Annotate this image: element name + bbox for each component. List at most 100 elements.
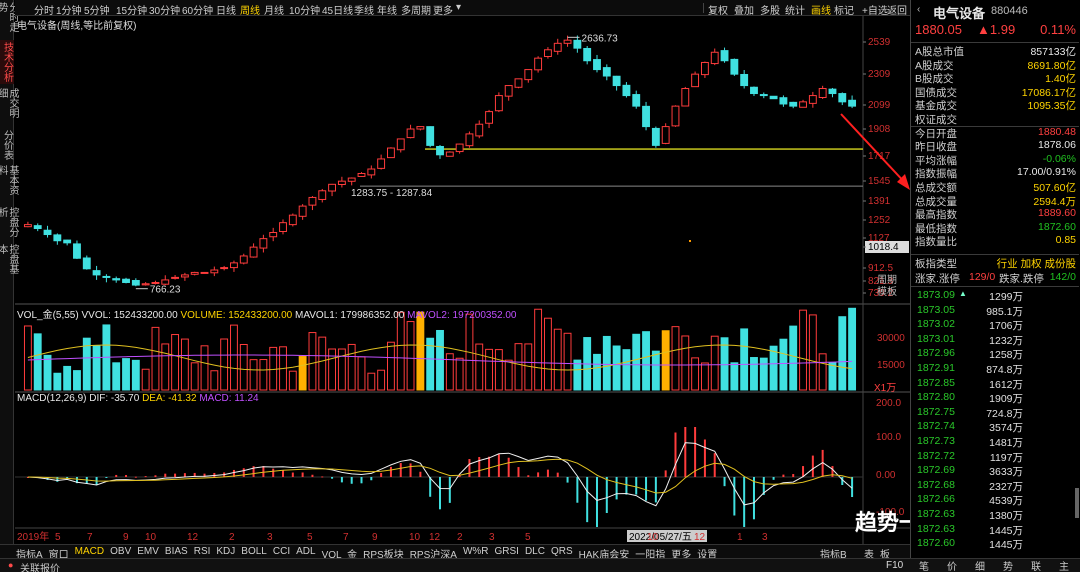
vol-mavol1: MAVOL1: 179986352.00 [295, 310, 405, 321]
candle-body [632, 94, 641, 107]
panel-icon-3[interactable]: 势 [998, 558, 1018, 572]
candle-body [141, 283, 150, 286]
indicator-tab-10[interactable]: ADL [296, 546, 315, 557]
side-tab-3[interactable]: 分价表 [0, 128, 14, 162]
period-14[interactable]: 更多 [433, 2, 453, 17]
indicator-tab-15[interactable]: GRSI [495, 546, 519, 557]
side-tab-4[interactable]: 基本资料 [0, 163, 18, 203]
macd-bar [429, 477, 432, 497]
panel-icon-1[interactable]: 价 [942, 558, 962, 572]
indicator-tab-8[interactable]: BOLL [241, 546, 267, 557]
period-4[interactable]: 30分钟 [149, 2, 180, 17]
toolbar-right-3[interactable]: 统计 [785, 2, 805, 17]
period-10[interactable]: 45日线 [322, 2, 353, 17]
indicator-tab-9[interactable]: CCI [273, 546, 290, 557]
macd-bar [792, 474, 795, 477]
chart-canvas[interactable]: 2539230920991908171715451391125211271018… [15, 16, 910, 544]
toolbar-right-1[interactable]: 叠加 [734, 2, 754, 17]
tick-row[interactable]: 1872.73 1481万 [911, 435, 1080, 449]
macd-bar [419, 471, 422, 477]
panel-icon-4[interactable]: 联 [1026, 558, 1046, 572]
macd-bar [546, 469, 549, 477]
indicator-tab-2[interactable]: MACD [75, 546, 104, 557]
panel-icon-5[interactable]: 主 [1054, 558, 1074, 572]
tick-row[interactable]: 1872.96 1258万 [911, 347, 1080, 361]
indicator-tab-17[interactable]: QRS [551, 546, 573, 557]
tick-row[interactable]: 1873.02 1706万 [911, 318, 1080, 332]
vol-vvol: VVOL: 152433200.00 [81, 310, 178, 321]
period-13[interactable]: 多周期 [401, 2, 431, 17]
tick-row[interactable]: 1872.74 3574万 [911, 420, 1080, 434]
side-tab-0[interactable]: 分时走势 [0, 0, 18, 38]
period-2[interactable]: 5分钟 [84, 2, 110, 17]
toolbar-right-6[interactable]: +自选 [862, 2, 888, 17]
period-8[interactable]: 月线 [264, 2, 284, 17]
tick-row[interactable]: 1872.60 1445万 [911, 537, 1080, 551]
tick-price: 1872.74 [917, 420, 955, 433]
candle-body [504, 85, 513, 97]
tick-row[interactable]: 1873.05 985.1万 [911, 304, 1080, 318]
panel-icon-0[interactable]: 笔 [914, 558, 934, 572]
last-price: 1880.05 [915, 22, 962, 37]
indicator-tab-3[interactable]: OBV [110, 546, 131, 557]
volume-bar [308, 332, 317, 391]
tick-row[interactable]: 1872.66 4539万 [911, 493, 1080, 507]
status-text[interactable]: 关联报价 [20, 560, 60, 572]
indicator-tab-4[interactable]: EMV [137, 546, 159, 557]
indicator-tab-14[interactable]: W%R [463, 546, 489, 557]
tick-row[interactable]: 1872.68 2327万 [911, 479, 1080, 493]
tick-row[interactable]: 1872.63 1380万 [911, 508, 1080, 522]
tick-row[interactable]: 1873.09 1299万 ▲ [911, 289, 1080, 303]
macd-bar [360, 477, 363, 484]
panel-icon-2[interactable]: 细 [970, 558, 990, 572]
template-label[interactable]: 模板 [877, 283, 897, 298]
time-tick: 2 [229, 532, 235, 543]
indicator-tab-7[interactable]: KDJ [216, 546, 235, 557]
tick-row[interactable]: 1872.80 1909万 [911, 391, 1080, 405]
tick-row[interactable]: 1873.01 1232万 [911, 333, 1080, 347]
tick-row[interactable]: 1872.85 1612万 [911, 377, 1080, 391]
toolbar-right-5[interactable]: 标记 [834, 2, 854, 17]
side-tab-6[interactable]: 控盘基本 [0, 242, 18, 274]
period-0[interactable]: 分时 [34, 2, 54, 17]
collapse-icon[interactable]: ‹ [917, 4, 920, 15]
volume-bar [848, 307, 857, 391]
candle-body [494, 95, 503, 112]
indicator-tab-16[interactable]: DLC [525, 546, 545, 557]
period-7[interactable]: 周线 [240, 2, 260, 17]
time-tick: 1 [737, 532, 743, 543]
tick-scrollbar[interactable] [1075, 488, 1079, 518]
macd-bar [674, 432, 677, 477]
toolbar-right-7[interactable]: 返回 [887, 2, 907, 17]
period-5[interactable]: 60分钟 [182, 2, 213, 17]
period-3[interactable]: 15分钟 [116, 2, 147, 17]
side-tab-1[interactable]: 技术分析 [0, 40, 14, 84]
period-1[interactable]: 1分钟 [56, 2, 82, 17]
tick-row[interactable]: 1872.69 3633万 [911, 464, 1080, 478]
candle-body [445, 151, 454, 157]
indicator-tab-5[interactable]: BIAS [165, 546, 188, 557]
board-type-value[interactable]: 行业 加权 成份股 [997, 256, 1076, 271]
toolbar-right-4[interactable]: 画线 [811, 2, 831, 17]
tick-row[interactable]: 1872.91 874.8万 [911, 362, 1080, 376]
volume-bar [141, 368, 150, 391]
side-tab-2[interactable]: 成交明细 [0, 86, 18, 126]
side-tab-5[interactable]: 控盘分析 [0, 205, 18, 241]
toolbar-right-0[interactable]: 复权 [708, 2, 728, 17]
toolbar-chevron-icon[interactable]: ▾ [456, 2, 461, 13]
period-11[interactable]: 季线 [354, 2, 374, 17]
tick-row[interactable]: 1872.75 724.8万 [911, 406, 1080, 420]
f10-button[interactable]: F10 [886, 560, 903, 571]
tick-row[interactable]: 1872.72 1197万 [911, 450, 1080, 464]
indicator-tab-6[interactable]: RSI [194, 546, 211, 557]
candle-body [161, 279, 170, 285]
period-9[interactable]: 10分钟 [289, 2, 320, 17]
macd-bar [174, 473, 177, 477]
tick-row[interactable]: 1872.63 1445万 [911, 523, 1080, 537]
period-12[interactable]: 年线 [377, 2, 397, 17]
chart-area[interactable]: 2539 2309 2099 1908 1717 1545 1391 1252 1127 1018… [15, 16, 910, 544]
tick-up-icon: ▲ [959, 289, 967, 298]
toolbar-right-2[interactable]: 多股 [760, 2, 780, 17]
period-6[interactable]: 日线 [216, 2, 236, 17]
candle-body [710, 51, 719, 65]
